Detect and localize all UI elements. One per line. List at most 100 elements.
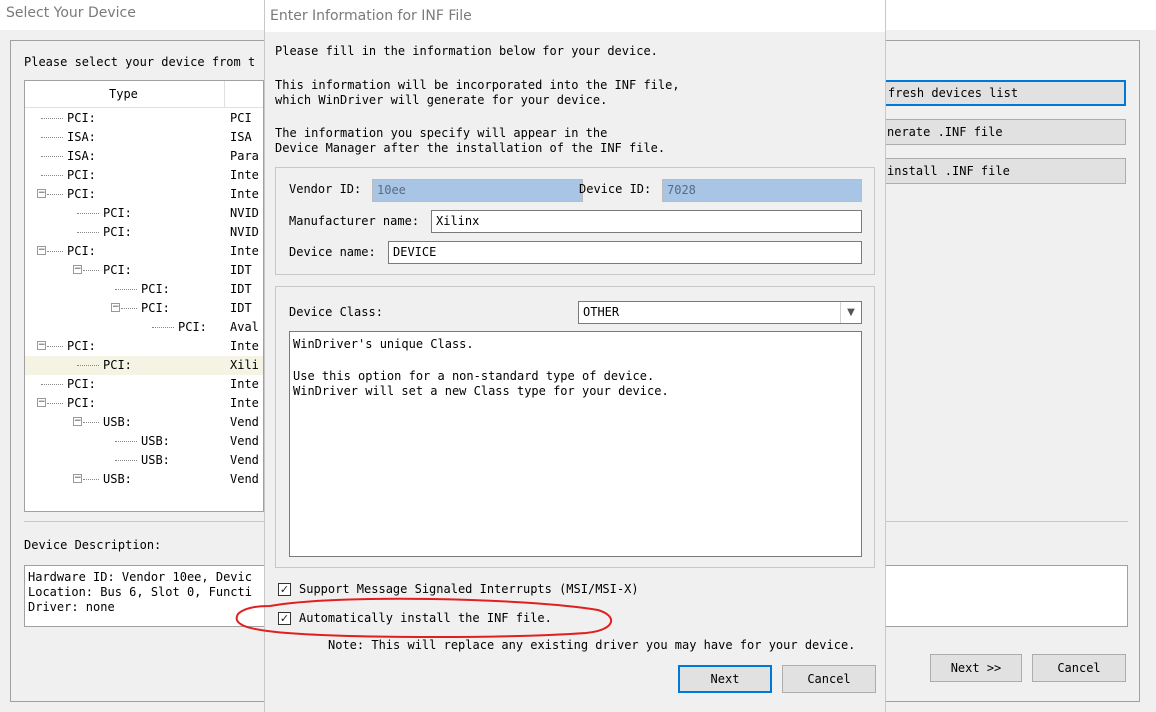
tree-row[interactable]: PCI: Aval — [25, 318, 263, 337]
tree-row-type: PCI: — [103, 206, 132, 220]
device-class-select[interactable]: OTHER ▼ — [578, 301, 862, 324]
tree-row-type: PCI: — [103, 225, 132, 239]
tree-row[interactable]: − PCI: IDT — [25, 261, 263, 280]
vendor-id-field[interactable]: 10ee — [372, 179, 583, 202]
dialog-next-button[interactable]: Next — [678, 665, 772, 693]
tree-row-type: PCI: — [67, 187, 96, 201]
tree-connector — [77, 213, 99, 214]
tree-connector — [121, 308, 137, 309]
tree-row-type: USB: — [103, 415, 132, 429]
tree-row[interactable]: − USB: Vend — [25, 413, 263, 432]
tree-collapse-icon[interactable]: − — [37, 246, 46, 255]
device-list-instruction: Please select your device from t — [24, 55, 256, 69]
uninstall-inf-button[interactable]: install .INF file — [882, 158, 1126, 184]
tree-row[interactable]: PCI: Inte — [25, 166, 263, 185]
tree-connector — [77, 365, 99, 366]
tree-row[interactable]: PCI: IDT — [25, 280, 263, 299]
tree-collapse-icon[interactable]: − — [73, 265, 82, 274]
background-next-button[interactable]: Next >> — [930, 654, 1022, 682]
tree-connector — [115, 441, 137, 442]
tree-row[interactable]: PCI: NVID — [25, 223, 263, 242]
tree-row-type: PCI: — [67, 377, 96, 391]
tree-row[interactable]: PCI: NVID — [25, 204, 263, 223]
tree-connector — [152, 327, 174, 328]
manufacturer-name-label: Manufacturer name: — [289, 214, 420, 228]
dialog-intro-text: Please fill in the information below for… — [275, 44, 658, 58]
tree-row[interactable]: USB: Vend — [25, 451, 263, 470]
manufacturer-name-input[interactable]: Xilinx — [431, 210, 862, 233]
tree-row[interactable]: ISA: ISA — [25, 128, 263, 147]
device-tree-header: Type — [25, 81, 263, 108]
chevron-down-icon[interactable]: ▼ — [840, 302, 861, 323]
tree-row[interactable]: PCI: PCI — [25, 109, 263, 128]
device-name-input[interactable]: DEVICE — [388, 241, 862, 264]
dialog-info-line1: This information will be incorporated in… — [275, 78, 680, 92]
tree-row-description: Para — [230, 149, 259, 163]
tree-row[interactable]: − PCI: Inte — [25, 394, 263, 413]
refresh-devices-button[interactable]: fresh devices list — [882, 80, 1126, 106]
tree-row-description: PCI — [230, 111, 252, 125]
device-tree[interactable]: Type PCI: PCI ISA: ISA ISA: Para PCI: Inte − PCI:… — [24, 80, 264, 512]
tree-row-description: IDT — [230, 301, 252, 315]
generate-inf-button[interactable]: nerate .INF file — [882, 119, 1126, 145]
tree-connector — [47, 346, 63, 347]
tree-row-description: ISA — [230, 130, 252, 144]
tree-collapse-icon[interactable]: − — [73, 474, 82, 483]
tree-connector — [41, 118, 63, 119]
device-description-label: Device Description: — [24, 538, 162, 552]
description-hardware-id: Hardware ID: Vendor 10ee, Devic — [28, 570, 252, 584]
tree-row-type: USB: — [141, 453, 170, 467]
tree-row-type: USB: — [141, 434, 170, 448]
column-header-type[interactable]: Type — [109, 87, 138, 101]
dialog-dm-line1: The information you specify will appear … — [275, 126, 608, 140]
dialog-titlebar: Enter Information for INF File — [265, 0, 885, 32]
tree-row[interactable]: PCI: Xili — [25, 356, 263, 375]
tree-row[interactable]: − PCI: Inte — [25, 242, 263, 261]
device-id-label: Device ID: — [579, 182, 652, 196]
tree-collapse-icon[interactable]: − — [111, 303, 120, 312]
tree-row-type: USB: — [103, 472, 132, 486]
tree-row-description: IDT — [230, 282, 252, 296]
tree-row[interactable]: − PCI: Inte — [25, 337, 263, 356]
tree-row-type: PCI: — [178, 320, 207, 334]
device-class-description[interactable]: WinDriver's unique Class. Use this optio… — [289, 331, 862, 557]
tree-connector — [47, 194, 63, 195]
tree-row[interactable]: − PCI: IDT — [25, 299, 263, 318]
tree-row-description: Vend — [230, 472, 259, 486]
tree-row[interactable]: − USB: Vend — [25, 470, 263, 489]
tree-row-type: PCI: — [67, 396, 96, 410]
tree-row[interactable]: PCI: Inte — [25, 375, 263, 394]
tree-row[interactable]: USB: Vend — [25, 432, 263, 451]
description-driver: Driver: none — [28, 600, 115, 614]
tree-row-type: PCI: — [141, 301, 170, 315]
tree-collapse-icon[interactable]: − — [73, 417, 82, 426]
msi-checkbox[interactable]: ✓ — [278, 583, 291, 596]
tree-collapse-icon[interactable]: − — [37, 341, 46, 350]
dialog-dm-line2: Device Manager after the installation of… — [275, 141, 666, 155]
tree-connector — [83, 270, 99, 271]
tree-connector — [41, 156, 63, 157]
tree-row-type: ISA: — [67, 149, 96, 163]
tree-row-description: Inte — [230, 339, 259, 353]
tree-row-description: Inte — [230, 168, 259, 182]
tree-connector — [41, 384, 63, 385]
tree-collapse-icon[interactable]: − — [37, 398, 46, 407]
red-annotation-circle — [235, 597, 613, 639]
device-id-field[interactable]: 7028 — [662, 179, 862, 202]
tree-row[interactable]: − PCI: Inte — [25, 185, 263, 204]
tree-collapse-icon[interactable]: − — [37, 189, 46, 198]
tree-connector — [77, 232, 99, 233]
tree-connector — [83, 422, 99, 423]
tree-row-description: Vend — [230, 453, 259, 467]
column-separator — [224, 81, 225, 107]
class-description-line3: WinDriver will set a new Class type for … — [293, 384, 669, 398]
tree-row-type: PCI: — [67, 339, 96, 353]
tree-row[interactable]: ISA: Para — [25, 147, 263, 166]
tree-row-description: Vend — [230, 415, 259, 429]
tree-connector — [115, 460, 137, 461]
device-class-selected-value: OTHER — [583, 305, 620, 319]
background-window-title: Select Your Device — [6, 5, 136, 21]
background-cancel-button[interactable]: Cancel — [1032, 654, 1126, 682]
dialog-cancel-button[interactable]: Cancel — [782, 665, 876, 693]
tree-row-description: Inte — [230, 396, 259, 410]
